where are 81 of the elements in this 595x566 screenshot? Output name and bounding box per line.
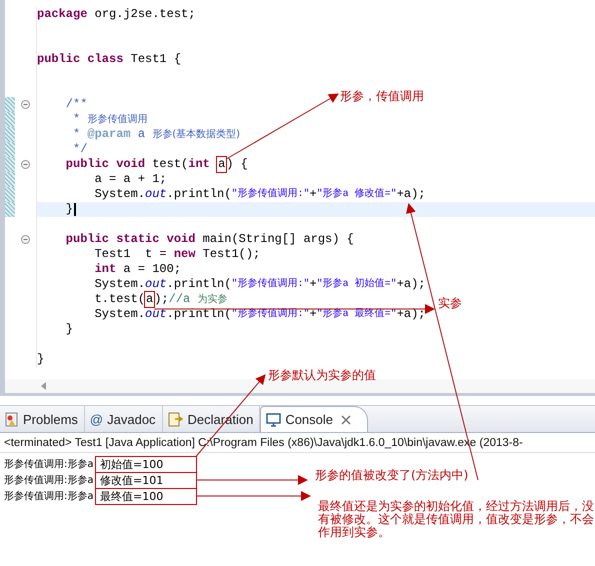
code-text: +a);: [396, 307, 426, 322]
highlighted-parameter: a: [217, 157, 226, 172]
string-literal: "形参传值调用:": [231, 187, 310, 202]
panel-tab[interactable]: Problems: [0, 406, 85, 432]
keyword: new: [174, 247, 196, 262]
doc-comment: 形参传值调用: [87, 112, 148, 127]
doc-tag: @param: [87, 127, 131, 142]
console-value: 修改值=101: [96, 472, 196, 488]
line-comment: 为实参: [197, 292, 228, 307]
code-text: .println(: [166, 187, 232, 202]
field-name: out: [145, 277, 167, 292]
code-text: a = 100;: [122, 262, 182, 277]
string-literal: "形参a 初始值=": [316, 277, 397, 292]
warning-list-icon: [5, 412, 19, 426]
field-name: out: [145, 307, 167, 322]
field-name: out: [145, 187, 167, 202]
code-text: main(String[] args) {: [202, 232, 354, 247]
tab-label[interactable]: Javadoc: [107, 412, 156, 426]
keyword: int: [188, 157, 211, 172]
annotation-note: 形参的值被改变了(方法内中): [315, 469, 470, 482]
tab-label[interactable]: Console: [285, 412, 334, 427]
annotation-note: 形参默认为实参的值: [268, 369, 377, 382]
console-output: 形参传值调用:形参a: [4, 490, 94, 503]
keyword: int: [94, 262, 116, 277]
code-text: .println(: [166, 307, 232, 322]
doc-comment: */: [72, 142, 88, 157]
keyword: public static void: [64, 232, 196, 247]
console-value: 初始值=100: [96, 456, 196, 472]
code-text: System.: [94, 307, 146, 322]
code-text: ) {: [226, 157, 248, 172]
code-text: .println(: [166, 277, 232, 292]
doc-comment: /**: [64, 97, 88, 112]
code-text: }: [64, 202, 74, 217]
string-literal: "形参a 修改值=": [316, 187, 397, 202]
code-text: +: [309, 187, 317, 202]
doc-comment: *: [72, 112, 82, 127]
code-text: System.: [94, 187, 146, 202]
tab-label[interactable]: Problems: [23, 412, 78, 426]
code-text: }: [64, 322, 74, 337]
annotation-note: 最终值还是为实参的初始化值，经过方法调用后，没有被修改。这个就是传值调用，值改变是形参，不会作用到实参。: [318, 500, 595, 539]
code-text: test(: [151, 157, 188, 172]
code-editor[interactable]: [0, 0, 595, 396]
string-literal: "形参传值调用:": [231, 277, 310, 292]
keyword: public class: [37, 52, 124, 67]
code-text: t.test(: [94, 292, 146, 307]
monitor-icon: [266, 412, 282, 426]
console-value: 最终值=100: [96, 488, 196, 504]
code-text: +: [309, 307, 317, 322]
annotation-note: 形参，传值调用: [340, 90, 425, 103]
panel-tab[interactable]: Console: [260, 406, 368, 432]
scroll-left-icon[interactable]: [41, 382, 47, 390]
keyword: package: [37, 7, 88, 22]
code-text: org.j2se.test;: [94, 7, 196, 22]
code-text: +a);: [396, 187, 426, 202]
collapse-icon[interactable]: [21, 235, 30, 244]
doc-comment: *: [72, 127, 82, 142]
code-text: );: [154, 292, 169, 307]
highlighted-parameter: a: [145, 292, 154, 307]
code-text: System.: [94, 277, 146, 292]
line-comment: //a: [168, 292, 192, 307]
text-cursor: [74, 203, 76, 216]
horizontal-scrollbar[interactable]: [5, 379, 595, 393]
panel-tab[interactable]: @ Javadoc: [84, 406, 163, 432]
code-text: Test1 {: [130, 52, 182, 67]
console-output: 形参传值调用:形参a: [4, 474, 94, 487]
collapse-icon[interactable]: [21, 160, 30, 169]
code-text: a = a + 1;: [94, 172, 167, 187]
collapse-icon[interactable]: [21, 100, 30, 109]
code-text: +: [309, 277, 317, 292]
close-icon[interactable]: [341, 414, 352, 424]
annotation-note: 实参: [438, 297, 463, 310]
code-text: Test1();: [202, 247, 260, 262]
doc-comment: 形参(基本数据类型): [152, 128, 240, 142]
at-sign-icon: @: [90, 412, 104, 426]
code-text: Test1 t =: [94, 247, 168, 262]
keyword: public void: [64, 157, 146, 172]
console-output: 形参传值调用:形参a: [4, 458, 94, 471]
doc-comment: a: [136, 127, 146, 142]
document-arrow-icon: [168, 412, 184, 426]
code-text: +a);: [396, 277, 426, 292]
code-text: }: [37, 352, 44, 367]
